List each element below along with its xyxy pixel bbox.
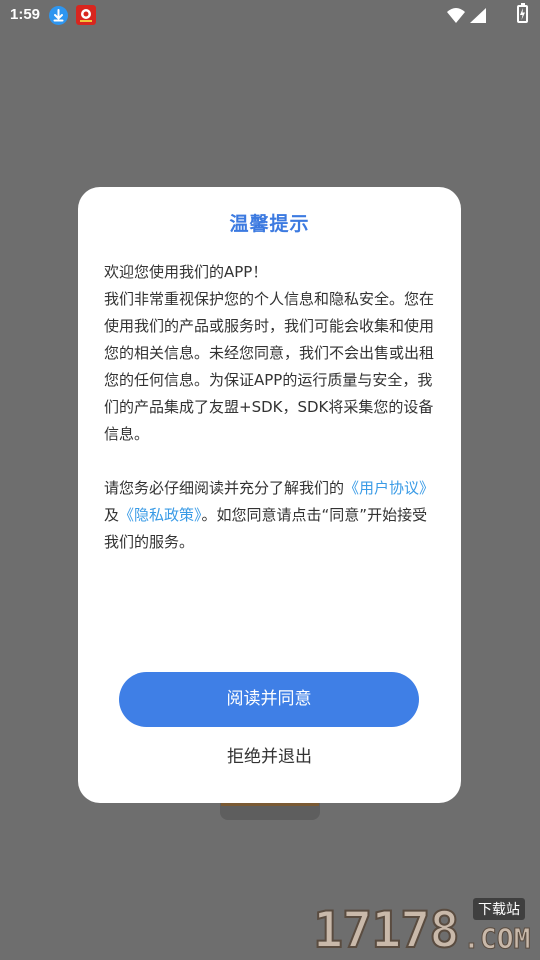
intro-text: 我们非常重视保护您的个人信息和隐私安全。您在使用我们的产品或服务时，我们可能会收… bbox=[104, 290, 435, 443]
consent-and: 及 bbox=[104, 506, 120, 524]
download-icon bbox=[49, 6, 68, 25]
consent-prefix: 请您务必仔细阅读并充分了解我们的 bbox=[104, 479, 345, 497]
status-time: 1:59 bbox=[10, 6, 41, 23]
watermark-number: 17178 bbox=[312, 900, 461, 960]
watermark-domain: .COM bbox=[462, 922, 531, 956]
dialog-title: 温馨提示 bbox=[229, 213, 310, 235]
intro-greeting: 欢迎您使用我们的APP！ bbox=[104, 263, 268, 281]
agree-button[interactable]: 阅读并同意 bbox=[119, 672, 419, 727]
dialog-body: 欢迎您使用我们的APP！ 我们非常重视保护您的个人信息和隐私安全。您在使用我们的… bbox=[104, 259, 439, 556]
signal-icons bbox=[446, 6, 506, 30]
wifi-icon bbox=[447, 8, 465, 23]
privacy-dialog: 温馨提示 欢迎您使用我们的APP！ 我们非常重视保护您的个人信息和隐私安全。您在… bbox=[78, 187, 461, 803]
app-notification-icon bbox=[76, 5, 96, 25]
consent-text: 请您务必仔细阅读并充分了解我们的《用户协议》及《隐私政策》。如您同意请点击“同意… bbox=[104, 475, 439, 556]
watermark-tag: 下载站 bbox=[473, 898, 525, 920]
user-agreement-link[interactable]: 《用户协议》 bbox=[344, 479, 434, 497]
reject-exit-button[interactable]: 拒绝并退出 bbox=[178, 740, 361, 774]
cellular-signal-icon bbox=[470, 8, 486, 23]
status-bar: 1:59 bbox=[0, 0, 540, 32]
battery-icon bbox=[517, 3, 528, 23]
site-watermark: 17178 .COM 下载站 bbox=[312, 898, 535, 960]
privacy-policy-link[interactable]: 《隐私政策》 bbox=[119, 506, 202, 524]
